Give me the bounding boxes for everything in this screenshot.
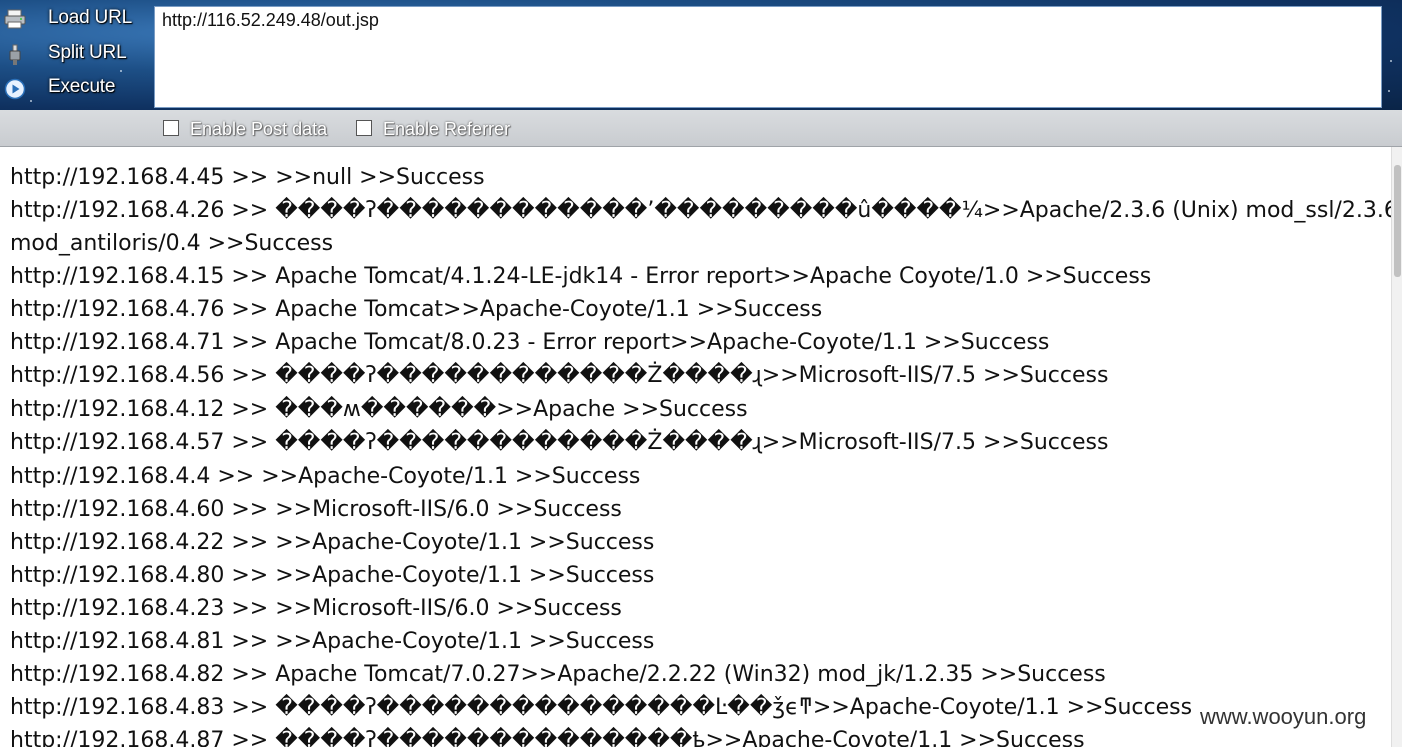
output-line: http://192.168.4.12 >> ���ʍ������>>Apach… xyxy=(10,397,748,422)
output-line: http://192.168.4.22 >> >>Apache-Coyote/1… xyxy=(10,530,655,555)
hackbar-menu: Load URL Split URL Execute xyxy=(0,0,152,110)
url-input[interactable]: http://116.52.249.48/out.jsp xyxy=(154,6,1382,108)
watermark: www.wooyun.org xyxy=(1196,704,1371,730)
enable-referrer-label: Enable Referrer xyxy=(383,119,511,139)
scrollbar-thumb[interactable] xyxy=(1394,165,1401,277)
printer-icon xyxy=(4,9,26,29)
output-line: http://192.168.4.4 >> >>Apache-Coyote/1.… xyxy=(10,464,641,489)
output-line: http://192.168.4.15 >> Apache Tomcat/4.1… xyxy=(10,264,1152,289)
output-line: http://192.168.4.82 >> Apache Tomcat/7.0… xyxy=(10,662,1106,687)
output-line: http://192.168.4.60 >> >>Microsoft-IIS/6… xyxy=(10,497,622,522)
output-line: http://192.168.4.26 >> ����ʔ������������… xyxy=(10,198,1391,223)
output-line: mod_antiloris/0.4 >>Success xyxy=(10,231,334,256)
output-line: http://192.168.4.80 >> >>Apache-Coyote/1… xyxy=(10,563,655,588)
options-bar: Enable Post data Enable Referrer xyxy=(0,110,1402,147)
bg-star xyxy=(1388,90,1390,92)
bg-star xyxy=(1390,60,1392,62)
output-line: http://192.168.4.23 >> >>Microsoft-IIS/6… xyxy=(10,596,622,621)
split-url-label: Split URL xyxy=(48,42,127,63)
usb-plug-icon xyxy=(4,44,24,65)
output-line: http://192.168.4.83 >> ����ʔ������������… xyxy=(10,695,1193,720)
output-line: http://192.168.4.56 >> ����ʔ������������… xyxy=(10,363,1109,388)
execute-label: Execute xyxy=(48,76,116,97)
execute-button[interactable]: Execute xyxy=(0,72,150,102)
enable-post-data-label: Enable Post data xyxy=(190,119,328,139)
output-line: http://192.168.4.57 >> ����ʔ������������… xyxy=(10,430,1109,455)
load-url-label: Load URL xyxy=(48,7,132,28)
output-line: http://192.168.4.45 >> >>null >>Success xyxy=(10,165,485,190)
output-line: http://192.168.4.87 >> ����ʔ������������… xyxy=(10,728,1085,747)
play-circle-icon xyxy=(4,78,26,100)
hackbar-toolbar: Load URL Split URL Execute http://116.52… xyxy=(0,0,1402,110)
load-url-button[interactable]: Load URL xyxy=(0,3,150,33)
output-line: http://192.168.4.81 >> >>Apache-Coyote/1… xyxy=(10,629,655,654)
split-url-button[interactable]: Split URL xyxy=(0,38,150,68)
checkbox-box[interactable] xyxy=(356,120,372,136)
output-line: http://192.168.4.76 >> Apache Tomcat>>Ap… xyxy=(10,297,823,322)
checkbox-box[interactable] xyxy=(163,120,179,136)
page-output: http://192.168.4.45 >> >>null >>Success … xyxy=(0,147,1391,747)
vertical-scrollbar[interactable] xyxy=(1391,147,1402,747)
output-line: http://192.168.4.71 >> Apache Tomcat/8.0… xyxy=(10,330,1050,355)
